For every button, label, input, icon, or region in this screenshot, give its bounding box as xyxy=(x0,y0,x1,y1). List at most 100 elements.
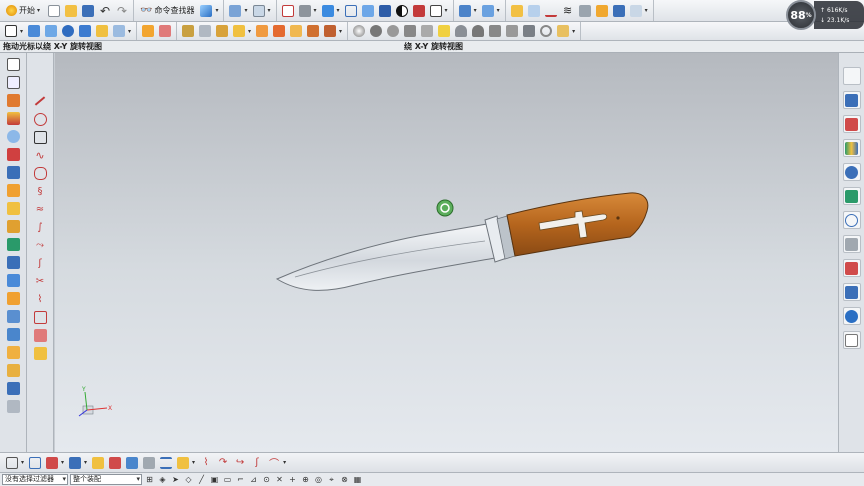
tool-button[interactable] xyxy=(628,3,644,19)
box-view-button[interactable] xyxy=(198,3,214,19)
model-button[interactable] xyxy=(4,290,22,306)
palette-button[interactable] xyxy=(4,398,22,414)
cursor-button[interactable]: ➤ xyxy=(170,474,181,485)
transform-button[interactable] xyxy=(251,3,267,19)
right-tool-1-button[interactable] xyxy=(842,67,861,85)
camera-button[interactable] xyxy=(521,23,537,39)
bottom-tool-2-button[interactable] xyxy=(44,455,60,471)
distance-button[interactable] xyxy=(526,3,542,19)
snap-mode-button[interactable]: ◈ xyxy=(157,474,168,485)
no-entry-button[interactable] xyxy=(538,23,554,39)
light-button[interactable] xyxy=(487,23,503,39)
split-curve-button[interactable]: ⌇ xyxy=(31,291,49,307)
curve-button[interactable] xyxy=(4,362,22,378)
boss-button[interactable] xyxy=(77,23,93,39)
trim-curve-button[interactable]: ✂ xyxy=(31,273,49,289)
center-snap-button[interactable]: ⊙ xyxy=(261,474,272,485)
material-button[interactable] xyxy=(594,3,610,19)
sew-button[interactable] xyxy=(305,23,321,39)
endpoint-snap-button[interactable]: ⌐ xyxy=(235,474,246,485)
right-tool-7-button[interactable] xyxy=(842,211,861,229)
highlight-button[interactable] xyxy=(436,23,452,39)
roles-button[interactable] xyxy=(4,200,22,216)
pattern-button[interactable] xyxy=(140,23,156,39)
chamfer-button[interactable] xyxy=(111,23,127,39)
circle-button[interactable] xyxy=(31,111,49,127)
line-button[interactable] xyxy=(31,93,49,109)
right-tool-5-button[interactable] xyxy=(842,163,861,181)
right-tool-2-button[interactable] xyxy=(842,91,861,109)
undo-button[interactable]: ↶ xyxy=(97,3,113,19)
bottom-tool-11-button[interactable]: ↷ xyxy=(215,455,231,471)
offset-button[interactable] xyxy=(214,23,230,39)
bottom-tool-14-button[interactable]: ⌒ xyxy=(266,455,282,471)
sphere-button[interactable] xyxy=(351,23,367,39)
process-studio-button[interactable] xyxy=(4,182,22,198)
select-rect-button[interactable]: ▭ xyxy=(222,474,233,485)
stack-button[interactable] xyxy=(611,3,627,19)
bottom-tool-4-button[interactable] xyxy=(90,455,106,471)
patch-button[interactable] xyxy=(322,23,338,39)
select-body-button[interactable]: ▣ xyxy=(209,474,220,485)
start-menu-button[interactable]: 开始 ▾ xyxy=(3,3,45,19)
history-button[interactable] xyxy=(4,146,22,162)
select-edge-button[interactable]: ╱ xyxy=(196,474,207,485)
tool-library-button[interactable] xyxy=(4,218,22,234)
quadrant-snap-button[interactable]: ◎ xyxy=(313,474,324,485)
iso-view-button[interactable] xyxy=(377,3,393,19)
right-tool-8-button[interactable] xyxy=(842,235,861,253)
snap-button[interactable] xyxy=(480,3,496,19)
reuse-library-button[interactable] xyxy=(4,110,22,126)
bottom-tool-12-button[interactable]: ↪ xyxy=(232,455,248,471)
pole-snap-button[interactable]: ⊗ xyxy=(339,474,350,485)
bridge-curve-button[interactable]: ∫ xyxy=(31,219,49,235)
bottom-tool-13-button[interactable]: ʃ xyxy=(249,455,265,471)
edit-object-button[interactable] xyxy=(227,3,243,19)
type-filter-combo[interactable]: 没有选择过滤器 xyxy=(2,474,68,485)
bottom-tool-7-button[interactable] xyxy=(141,455,157,471)
wave-button[interactable]: ≋ xyxy=(560,3,576,19)
extract-curve-button[interactable] xyxy=(31,345,49,361)
face-snap-button[interactable]: ▦ xyxy=(352,474,363,485)
constraint-button[interactable] xyxy=(4,92,22,108)
graph-button[interactable] xyxy=(543,3,559,19)
wireframe-button[interactable] xyxy=(343,3,359,19)
intersection-snap-button[interactable]: ✕ xyxy=(274,474,285,485)
select-all-button[interactable]: ⊞ xyxy=(144,474,155,485)
extend-button[interactable] xyxy=(197,23,213,39)
right-tool-3-button[interactable] xyxy=(842,115,861,133)
layers-button[interactable] xyxy=(4,272,22,288)
right-tool-12-button[interactable] xyxy=(842,331,861,349)
bottom-tool-1-button[interactable] xyxy=(27,455,43,471)
open-file-button[interactable] xyxy=(63,3,79,19)
new-file-button[interactable] xyxy=(46,3,62,19)
layer-button[interactable] xyxy=(411,3,427,19)
render-cube-button[interactable] xyxy=(4,380,22,396)
people-button[interactable] xyxy=(470,23,486,39)
selection-scope-combo[interactable]: 整个装配 xyxy=(70,474,142,485)
project-curve-button[interactable]: ⤳ xyxy=(31,237,49,253)
subtract-button[interactable] xyxy=(271,23,287,39)
solid-button[interactable] xyxy=(4,326,22,342)
grid-curve-button[interactable] xyxy=(31,309,49,325)
box-button[interactable] xyxy=(4,308,22,324)
studio-button[interactable] xyxy=(555,23,571,39)
right-tool-4-button[interactable] xyxy=(842,139,861,157)
system-materials-button[interactable] xyxy=(4,164,22,180)
measure-button[interactable] xyxy=(509,3,525,19)
polygon-button[interactable] xyxy=(31,165,49,181)
thicken-button[interactable] xyxy=(231,23,247,39)
fit-view-button[interactable] xyxy=(280,3,296,19)
background-button[interactable] xyxy=(428,3,444,19)
orient-view-button[interactable] xyxy=(320,3,336,19)
unite-button[interactable] xyxy=(254,23,270,39)
select-button[interactable] xyxy=(457,3,473,19)
assembly-navigator-button[interactable] xyxy=(4,56,22,72)
bottom-tool-6-button[interactable] xyxy=(124,455,140,471)
shade-button[interactable] xyxy=(297,3,313,19)
dark-sphere-button[interactable] xyxy=(368,23,384,39)
bottom-tool-8-button[interactable] xyxy=(158,455,174,471)
bottom-tool-10-button[interactable]: ⌇ xyxy=(198,455,214,471)
face-button[interactable] xyxy=(4,344,22,360)
web-browser-button[interactable] xyxy=(4,128,22,144)
